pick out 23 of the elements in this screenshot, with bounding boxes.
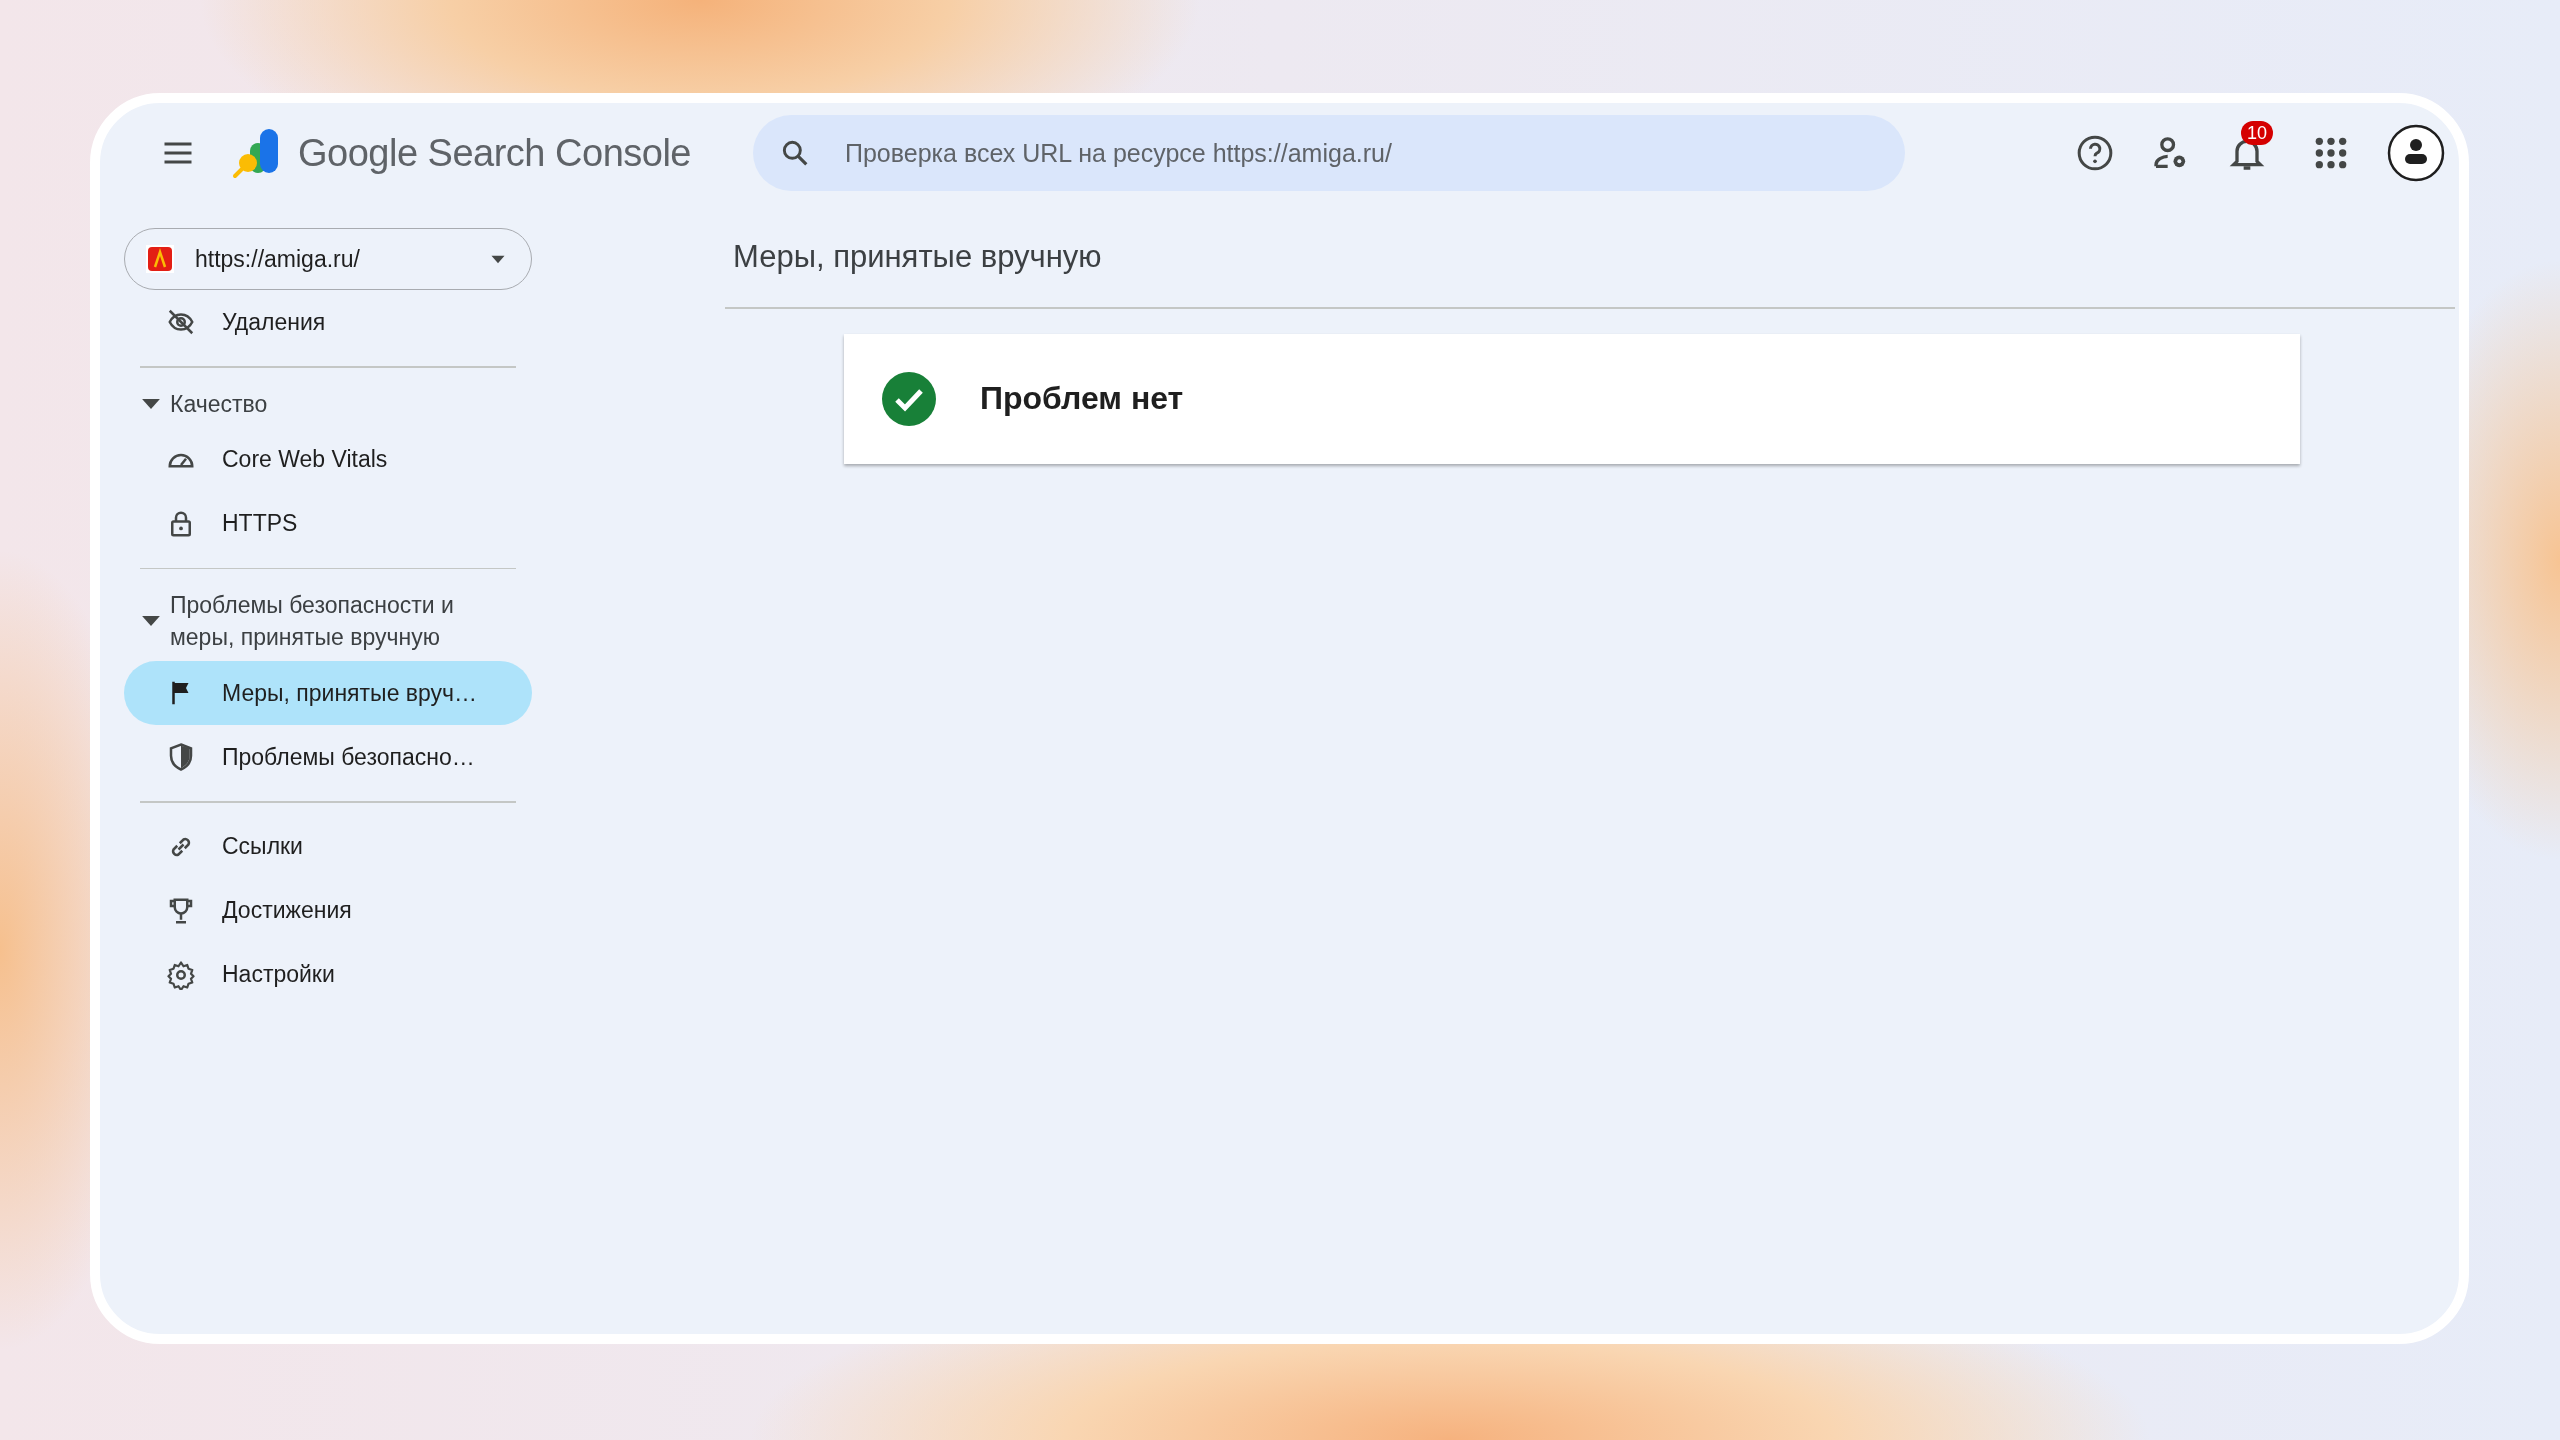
account-avatar[interactable] — [2387, 124, 2445, 182]
sidebar-item[interactable]: Достижения — [124, 878, 532, 943]
sidebar-item[interactable]: Core Web Vitals — [124, 427, 532, 492]
sidebar-item[interactable]: Меры, принятые вруч… — [124, 661, 532, 725]
site-favicon-icon — [145, 244, 175, 274]
sidebar-item[interactable]: HTTPS — [124, 491, 532, 556]
check-circle-icon — [882, 371, 936, 426]
eye-off-icon — [166, 307, 196, 337]
status-message: Проблем нет — [980, 380, 1184, 417]
help-icon[interactable] — [2075, 133, 2115, 173]
notification-count: 10 — [2241, 121, 2274, 145]
sidebar-item[interactable]: Ссылки — [124, 814, 532, 879]
sidebar-item[interactable]: Проблемы безопасно… — [124, 725, 532, 789]
product-name: Google Search Console — [298, 131, 691, 175]
settings-icon — [166, 959, 196, 990]
nav-section-header[interactable]: Качество — [124, 379, 532, 428]
caret-icon — [142, 398, 160, 409]
nav-section-header[interactable]: Проблемы безопасности и меры, принятые вручную — [124, 581, 532, 661]
caret-icon — [142, 616, 160, 626]
sidebar-item[interactable]: Удаления — [124, 290, 532, 354]
search-field[interactable]: Проверка всех URL на ресурсе https://amiga.ru/ — [753, 115, 1905, 191]
sidebar-item[interactable]: Настройки — [124, 942, 532, 1007]
page-title: Меры, принятые вручную — [733, 239, 1103, 276]
